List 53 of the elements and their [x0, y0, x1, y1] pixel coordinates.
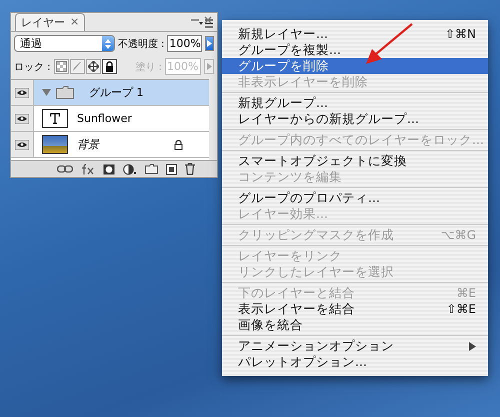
menu-item[interactable]: アニメーションオプション: [222, 338, 488, 354]
layer-name: グループ 1: [89, 85, 144, 100]
layer-row[interactable]: 背景: [11, 132, 209, 158]
dropdown-arrows-icon: [104, 38, 111, 48]
blend-mode-dropdown[interactable]: 通過: [14, 35, 115, 52]
layer-row[interactable]: Sunflower: [11, 106, 209, 132]
menu-item[interactable]: スマートオブジェクトに変換: [222, 153, 488, 169]
opacity-slider-button[interactable]: [204, 36, 214, 51]
layer-name: Sunflower: [77, 112, 132, 125]
lock-icon: [104, 61, 115, 72]
opacity-label: 不透明度 :: [118, 38, 164, 50]
layer-row[interactable]: グループ 1: [11, 80, 209, 106]
lock-label: ロック :: [14, 60, 51, 74]
submenu-arrow-icon: [469, 342, 476, 350]
menu-item[interactable]: 新規グループ...: [222, 95, 488, 111]
menu-item[interactable]: パレットオプション...: [222, 354, 488, 370]
annotation-arrow: [364, 22, 414, 66]
move-icon: [88, 61, 99, 72]
trash-icon[interactable]: [185, 163, 195, 175]
new-layer-icon[interactable]: [166, 164, 177, 174]
fill-slider-button[interactable]: [204, 59, 214, 74]
panel-menu-icon[interactable]: [199, 19, 213, 28]
triangle-icon: [206, 40, 212, 47]
eye-icon[interactable]: [15, 88, 29, 98]
link-icon[interactable]: [57, 165, 73, 173]
menu-item[interactable]: グループのプロパティ...: [222, 190, 488, 206]
folder-icon: [56, 86, 74, 99]
close-icon[interactable]: [204, 16, 212, 24]
menu-item[interactable]: 表示レイヤーを結合 ⇧⌘E: [222, 301, 488, 317]
brush-icon: [72, 61, 83, 72]
menu-item[interactable]: グループを削除: [222, 58, 488, 74]
lock-icon: [174, 140, 183, 150]
layers-tab[interactable]: レイヤー ×: [15, 13, 86, 31]
folder-icon[interactable]: [145, 164, 158, 174]
menu-item[interactable]: 画像を統合: [222, 317, 488, 333]
lock-button[interactable]: [102, 59, 117, 74]
triangle-icon: [206, 63, 212, 70]
eye-icon[interactable]: [15, 114, 29, 124]
eye-icon[interactable]: [15, 140, 29, 150]
menu-item[interactable]: レイヤーからの新規グループ...: [222, 111, 488, 127]
fill-label: 塗り :: [135, 60, 162, 74]
menu-item[interactable]: グループを複製...: [222, 42, 488, 58]
effects-icon[interactable]: [81, 164, 95, 174]
opacity-field[interactable]: 100%: [167, 35, 202, 52]
photo-placeholder: [42, 135, 68, 154]
adjustment-icon[interactable]: [123, 164, 137, 174]
menu-item[interactable]: 新規レイヤー... ⇧⌘N: [222, 26, 488, 42]
checkerboard-icon: [56, 61, 67, 72]
layer-name: 背景: [77, 137, 99, 152]
type-tool-icon: [50, 113, 60, 124]
mask-icon[interactable]: [103, 164, 115, 174]
expander-triangle-icon[interactable]: [42, 88, 51, 97]
lock-button[interactable]: [86, 59, 101, 74]
